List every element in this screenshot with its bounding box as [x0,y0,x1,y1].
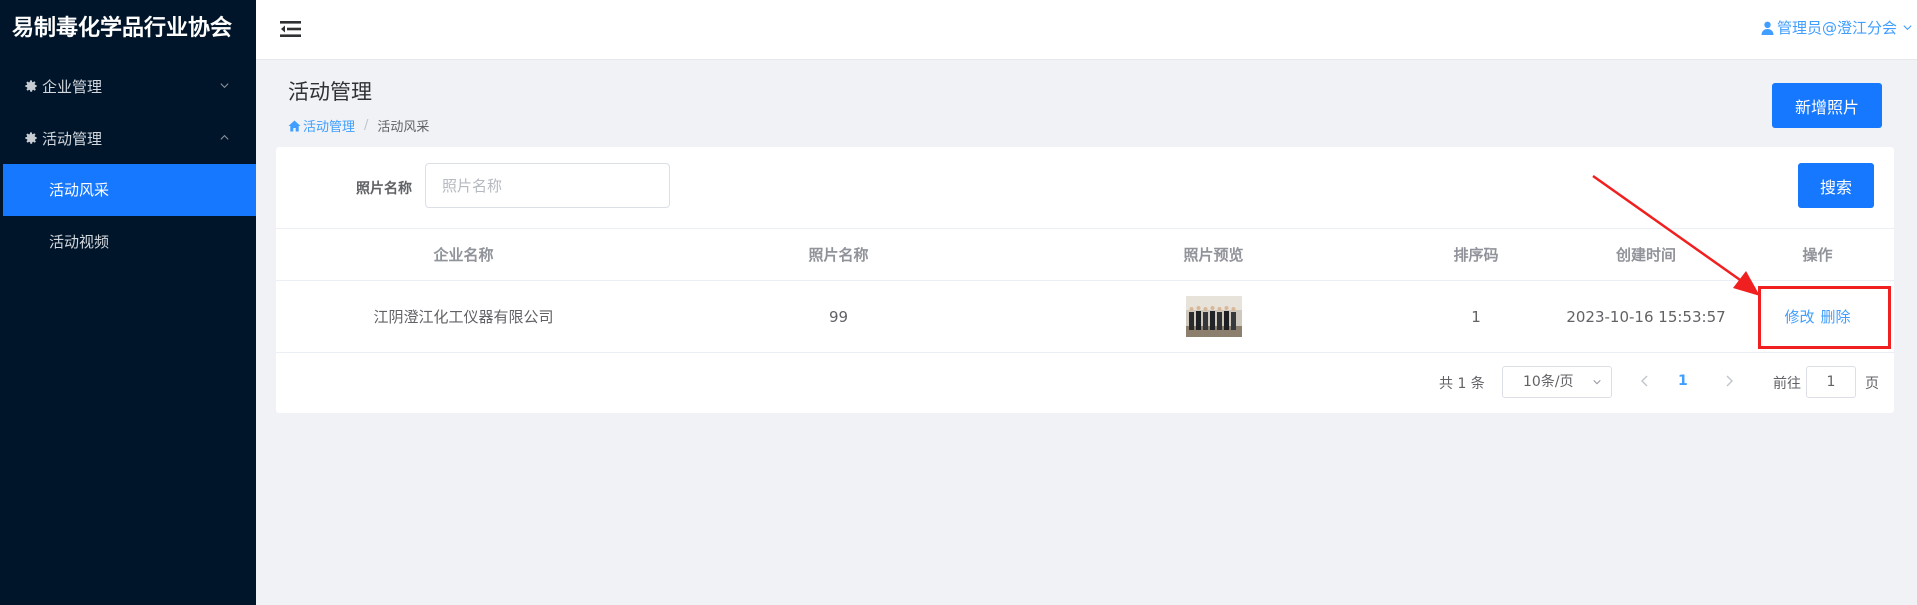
chevron-left-icon[interactable] [1638,373,1652,389]
page-size-value: 10条/页 [1523,374,1574,390]
column-header-actions: 操作 [1802,246,1833,264]
menu-group-activity[interactable]: 活动管理 [0,112,256,164]
chevron-right-icon[interactable] [1722,373,1736,389]
goto-page-input[interactable] [1806,366,1856,398]
photo-thumbnail[interactable] [1185,296,1242,337]
breadcrumb-separator: / [364,118,369,133]
column-header-company[interactable]: 企业名称 [276,229,651,280]
breadcrumb-current: 活动风采 [377,120,430,135]
user-icon [1761,21,1774,35]
app-title: 易制毒化学品行业协会 [12,16,233,41]
search-button[interactable]: 搜索 [1798,163,1874,208]
table-row: 江阴澄江化工仪器有限公司 99 1 2023-10-16 15:53:57 修改… [276,281,1894,353]
page-title: 活动管理 [288,80,372,104]
chevron-down-icon [1593,379,1601,385]
gear-icon [25,80,37,92]
annotation-highlight-box [1758,286,1891,349]
user-name: 管理员@澄江分会 [1776,19,1897,37]
cell-sort: 1 [1471,307,1481,326]
cell-photo-preview [1026,281,1401,352]
column-header-photo-name[interactable]: 照片名称 [651,229,1026,280]
goto-label: 前往 [1773,376,1801,392]
column-header-photo-preview[interactable]: 照片预览 [1026,229,1401,280]
cell-photo-name: 99 [828,307,849,326]
top-header: 管理员@澄江分会 [256,0,1917,60]
page-size-select[interactable]: 10条/页 [1502,366,1612,398]
menu-group-label: 活动管理 [42,129,103,148]
sidebar-item-activity-photos[interactable]: 活动风采 [3,164,256,216]
add-photo-button[interactable]: 新增照片 [1772,83,1882,128]
cell-company: 江阴澄江化工仪器有限公司 [373,308,554,326]
breadcrumb-home-link[interactable]: 活动管理 [303,116,355,135]
page-number-current[interactable]: 1 [1678,373,1688,389]
column-header-created[interactable]: 创建时间 [1551,229,1741,280]
column-header-sort[interactable]: 排序码 [1401,229,1551,280]
chevron-down-icon [220,83,229,89]
menu-group-label: 企业管理 [42,77,103,96]
photo-name-search-input[interactable] [425,163,670,208]
sidebar: 易制毒化学品行业协会 企业管理 活动管理 活动风采 活动视频 [0,0,256,605]
gear-icon [25,132,37,144]
photo-table: 企业名称 照片名称 照片预览 排序码 创建时间 操作 江阴澄江化工仪器有限公司 … [276,228,1894,353]
sidebar-item-activity-videos[interactable]: 活动视频 [0,216,256,268]
pagination: 共 1 条 10条/页 1 前往 页 [276,366,1894,398]
content-card: 照片名称 搜索 企业名称 照片名称 照片预览 排序码 创建时间 操作 江阴澄江化… [276,147,1894,413]
breadcrumb: 活动管理 / 活动风采 [288,116,429,135]
home-icon [288,120,301,131]
chevron-up-icon [220,134,229,140]
table-header-row: 企业名称 照片名称 照片预览 排序码 创建时间 操作 [276,228,1894,281]
user-menu[interactable]: 管理员@澄江分会 [1761,17,1913,38]
search-label: 照片名称 [356,181,412,197]
chevron-down-icon [1903,25,1912,31]
goto-suffix: 页 [1865,376,1879,392]
menu-group-enterprise[interactable]: 企业管理 [0,60,256,112]
menu-fold-icon[interactable] [280,19,302,39]
pagination-total: 共 1 条 [1439,376,1485,392]
cell-created: 2023-10-16 15:53:57 [1566,307,1726,326]
